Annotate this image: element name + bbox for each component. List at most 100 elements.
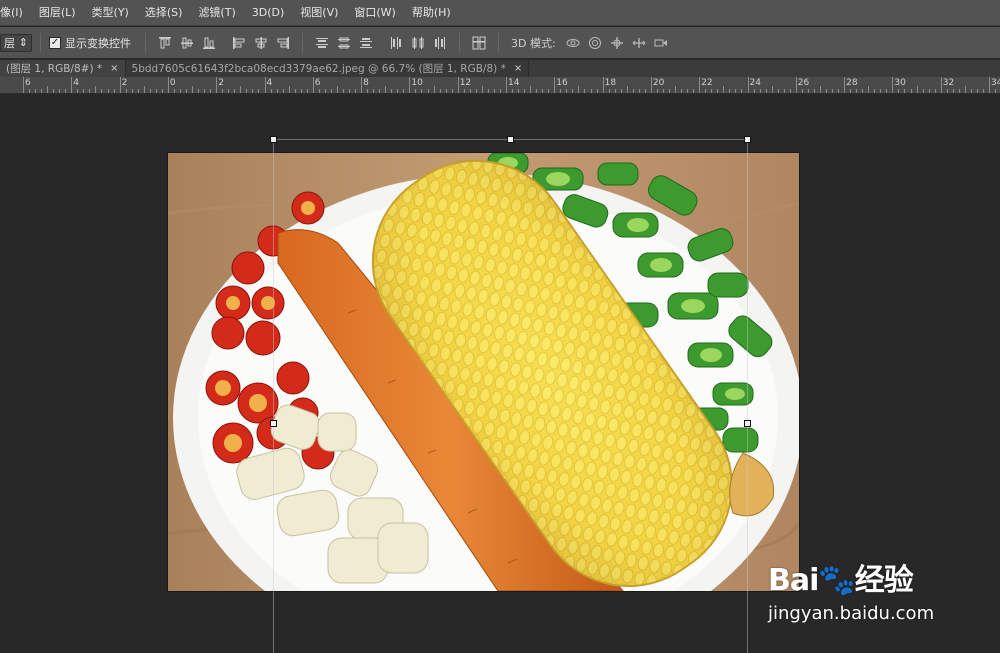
ruler-minor-tick	[143, 86, 145, 93]
menu-window[interactable]: 窗口(W)	[346, 0, 403, 26]
ruler-minor-tick	[995, 89, 997, 93]
distribute-top-icon[interactable]	[312, 33, 332, 53]
watermark-url: jingyan.baidu.com	[768, 603, 935, 624]
ruler-minor-tick	[759, 89, 761, 93]
menu-filter[interactable]: 滤镜(T)	[190, 0, 243, 26]
close-icon[interactable]: ×	[110, 63, 118, 74]
ruler-minor-tick	[832, 89, 834, 93]
transform-handle-top-left[interactable]	[270, 136, 277, 143]
distribute-right-icon[interactable]	[430, 33, 450, 53]
transform-handle-middle-right[interactable]	[744, 420, 751, 427]
ruler-minor-tick	[608, 89, 610, 93]
roll-3d-icon[interactable]	[585, 33, 605, 53]
ruler-minor-tick	[922, 89, 924, 93]
ruler-major-tick	[844, 77, 846, 93]
baidu-jingyan-watermark: Bai🐾经验 jingyan.baidu.com	[768, 545, 978, 635]
ruler-minor-tick	[270, 89, 272, 93]
distribute-left-icon[interactable]	[386, 33, 406, 53]
transform-handle-middle-left[interactable]	[270, 420, 277, 427]
ruler-label: 2	[121, 78, 128, 88]
ruler-minor-tick	[970, 89, 972, 93]
ruler-major-tick	[216, 77, 218, 93]
menu-help[interactable]: 帮助(H)	[404, 0, 459, 26]
ruler-minor-tick	[131, 89, 133, 93]
transform-guide-left	[273, 139, 274, 653]
align-right-edges-icon[interactable]	[273, 33, 293, 53]
align-vertical-centers-icon[interactable]	[177, 33, 197, 53]
corn-vegetables-photo[interactable]	[168, 153, 799, 591]
menu-bar: 像(I) 图层(L) 类型(Y) 选择(S) 滤镜(T) 3D(D) 视图(V)…	[0, 0, 1000, 26]
align-left-edges-icon[interactable]	[229, 33, 249, 53]
ruler-minor-tick	[838, 89, 840, 93]
auto-select-dropdown[interactable]: 层 ⇕	[0, 33, 32, 52]
distribute-horizontal-center-icon[interactable]	[408, 33, 428, 53]
ruler-minor-tick	[789, 89, 791, 93]
menu-3d[interactable]: 3D(D)	[244, 0, 293, 26]
tab-document-2[interactable]: 5bdd7605c61643f2bca08ecd3379ae62.jpeg @ …	[125, 60, 530, 77]
ruler-minor-tick	[729, 89, 731, 93]
drag-3d-icon[interactable]	[607, 33, 627, 53]
tab-document-1[interactable]: (图层 1, RGB/8#) * ×	[0, 60, 126, 77]
ruler-minor-tick	[77, 89, 79, 93]
ruler-label: 30	[894, 78, 906, 88]
slide-3d-icon[interactable]	[629, 33, 649, 53]
scale-3d-icon[interactable]	[651, 33, 671, 53]
ruler-minor-tick	[47, 86, 49, 93]
ruler-label: 10	[411, 78, 423, 88]
align-top-edges-icon[interactable]	[155, 33, 175, 53]
ruler-minor-tick	[626, 86, 628, 93]
menu-image[interactable]: 像(I)	[0, 0, 31, 26]
ruler-minor-tick	[705, 89, 707, 93]
ruler-minor-tick	[928, 89, 930, 93]
ruler-minor-tick	[41, 89, 43, 93]
options-bar: 层 ⇕ ✓ 显示变换控件 3D 模式:	[0, 27, 1000, 59]
menu-view[interactable]: 视图(V)	[292, 0, 346, 26]
ruler-minor-tick	[336, 86, 338, 93]
auto-align-icon[interactable]	[469, 33, 489, 53]
menu-type[interactable]: 类型(Y)	[84, 0, 137, 26]
menu-select[interactable]: 选择(S)	[137, 0, 191, 26]
close-icon[interactable]: ×	[514, 63, 522, 74]
ruler-minor-tick	[173, 89, 175, 93]
ruler-minor-tick	[349, 89, 351, 93]
ruler-minor-tick	[421, 89, 423, 93]
ruler-minor-tick	[771, 86, 773, 93]
ruler-minor-tick	[638, 89, 640, 93]
ruler-minor-tick	[427, 89, 429, 93]
align-horizontal-centers-icon[interactable]	[251, 33, 271, 53]
ruler-minor-tick	[107, 89, 109, 93]
document-tab-bar: (图层 1, RGB/8#) * × 5bdd7605c61643f2bca08…	[0, 60, 1000, 77]
ruler-major-tick	[795, 77, 797, 93]
options-separator	[145, 32, 146, 53]
ruler-minor-tick	[783, 89, 785, 93]
ruler-minor-tick	[560, 89, 562, 93]
ruler-minor-tick	[288, 86, 290, 93]
menu-layer[interactable]: 图层(L)	[31, 0, 84, 26]
transform-handle-top-center[interactable]	[507, 136, 514, 143]
ruler-minor-tick	[735, 89, 737, 93]
distribute-vertical-center-icon[interactable]	[334, 33, 354, 53]
show-transform-checkbox[interactable]: ✓	[49, 36, 61, 49]
ruler-minor-tick	[367, 89, 369, 93]
show-transform-label[interactable]: 显示变换控件	[65, 35, 131, 51]
ruler-label: 6	[25, 78, 31, 88]
distribute-bottom-icon[interactable]	[356, 33, 376, 53]
ruler-minor-tick	[113, 89, 115, 93]
ruler-minor-tick	[584, 89, 586, 93]
ruler-minor-tick	[415, 89, 417, 93]
align-bottom-edges-icon[interactable]	[199, 33, 219, 53]
transform-handle-top-right[interactable]	[744, 136, 751, 143]
ruler-label: 4	[73, 78, 80, 88]
ruler-minor-tick	[125, 89, 127, 93]
ruler-label: 26	[797, 78, 810, 88]
ruler-minor-tick	[904, 89, 906, 93]
auto-select-value: 层	[4, 36, 15, 50]
ruler-label: 0	[169, 78, 176, 88]
ruler-minor-tick	[210, 89, 212, 93]
ruler-label: 2	[218, 78, 224, 88]
ruler-minor-tick	[620, 89, 622, 93]
rotate-3d-icon[interactable]	[563, 33, 583, 53]
photo-image	[168, 153, 799, 591]
horizontal-ruler[interactable]: 6420246810121416182022242628303234	[0, 77, 1000, 94]
ruler-minor-tick	[723, 86, 725, 93]
